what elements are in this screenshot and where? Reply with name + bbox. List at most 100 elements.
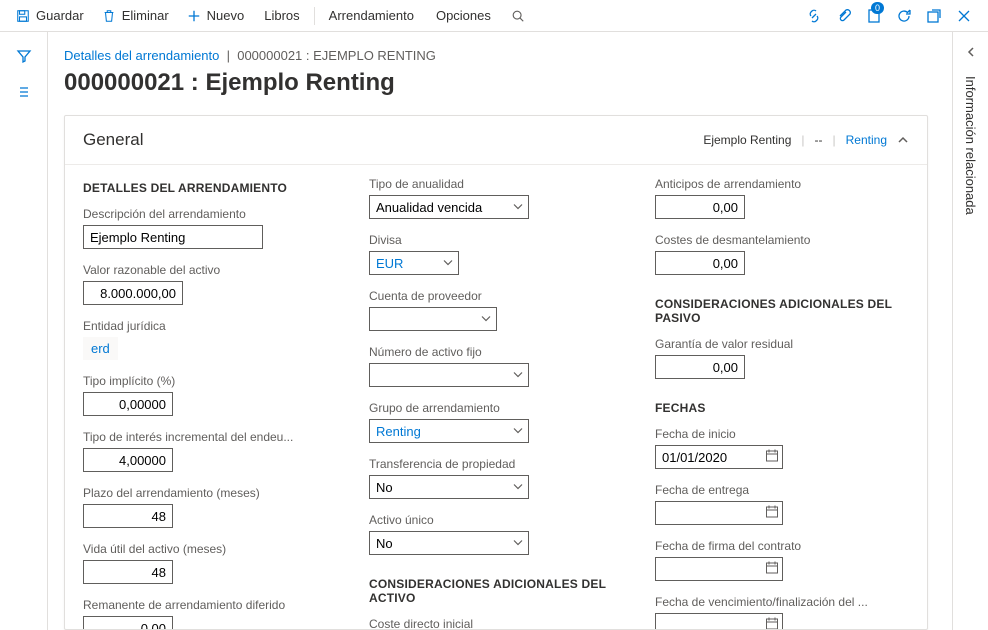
refresh-icon[interactable]	[896, 8, 912, 24]
delete-button[interactable]: Eliminar	[94, 4, 177, 27]
right-rail: Información relacionada	[952, 32, 988, 630]
implicit-rate-input[interactable]	[83, 392, 173, 416]
field-implicit-rate: Tipo implícito (%)	[83, 374, 337, 416]
field-end-date: Fecha de vencimiento/finalización del ..…	[655, 595, 909, 630]
section-dates: FECHAS	[655, 401, 909, 415]
implicit-rate-label: Tipo implícito (%)	[83, 374, 337, 388]
breadcrumb: Detalles del arrendamiento | 000000021 :…	[64, 48, 928, 63]
lease-menu[interactable]: Arrendamiento	[319, 4, 424, 27]
delivery-date-input[interactable]	[655, 501, 783, 525]
related-info-tab[interactable]: Información relacionada	[963, 76, 978, 215]
link-icon[interactable]	[806, 8, 822, 24]
notifications[interactable]: 0	[866, 8, 882, 24]
residual-input[interactable]	[655, 355, 745, 379]
breadcrumb-current: 000000021 : EJEMPLO RENTING	[237, 48, 436, 63]
incremental-label: Tipo de interés incremental del endeu...	[83, 430, 337, 444]
card-actions: Ejemplo Renting | -- | Renting	[703, 133, 909, 147]
vendor-label: Cuenta de proveedor	[369, 289, 623, 303]
prepayments-input[interactable]	[655, 195, 745, 219]
close-icon[interactable]	[956, 8, 972, 24]
transfer-select[interactable]	[369, 475, 529, 499]
field-prepayments: Anticipos de arrendamiento	[655, 177, 909, 219]
annuity-select[interactable]	[369, 195, 529, 219]
search-icon	[511, 9, 525, 23]
section-asset-additional: CONSIDERACIONES ADICIONALES DEL ACTIVO	[369, 577, 623, 605]
fixed-asset-select[interactable]	[369, 363, 529, 387]
start-date-label: Fecha de inicio	[655, 427, 909, 441]
content-area: Detalles del arrendamiento | 000000021 :…	[48, 32, 952, 630]
deferred-label: Remanente de arrendamiento diferido	[83, 598, 337, 612]
filter-icon[interactable]	[16, 48, 32, 64]
toolbar-right: 0	[806, 8, 980, 24]
save-button[interactable]: Guardar	[8, 4, 92, 27]
field-legal-entity: Entidad jurídica erd	[83, 319, 337, 360]
lease-group-select[interactable]	[369, 419, 529, 443]
books-menu[interactable]: Libros	[254, 4, 309, 27]
summary-link[interactable]: Renting	[846, 133, 887, 147]
chevron-left-icon[interactable]	[965, 46, 977, 58]
trash-icon	[102, 9, 116, 23]
prepayments-label: Anticipos de arrendamiento	[655, 177, 909, 191]
summary-sep: |	[833, 133, 836, 147]
search-button[interactable]	[503, 5, 533, 27]
field-lease-group: Grupo de arrendamiento	[369, 401, 623, 443]
breadcrumb-link[interactable]: Detalles del arrendamiento	[64, 48, 219, 63]
fair-value-input[interactable]	[83, 281, 183, 305]
field-lease-description: Descripción del arrendamiento	[83, 207, 337, 249]
dismantling-label: Costes de desmantelamiento	[655, 233, 909, 247]
field-start-date: Fecha de inicio	[655, 427, 909, 469]
new-label: Nuevo	[207, 8, 245, 23]
field-lease-term: Plazo del arrendamiento (meses)	[83, 486, 337, 528]
useful-life-input[interactable]	[83, 560, 173, 584]
field-vendor: Cuenta de proveedor	[369, 289, 623, 331]
unique-asset-label: Activo único	[369, 513, 623, 527]
field-transfer: Transferencia de propiedad	[369, 457, 623, 499]
end-date-input[interactable]	[655, 613, 783, 630]
summary-text-1: Ejemplo Renting	[703, 133, 791, 147]
section-lease-details: DETALLES DEL ARRENDAMIENTO	[83, 181, 337, 195]
save-label: Guardar	[36, 8, 84, 23]
chevron-up-icon[interactable]	[897, 134, 909, 146]
list-icon[interactable]	[16, 84, 32, 100]
useful-life-label: Vida útil del activo (meses)	[83, 542, 337, 556]
general-card: General Ejemplo Renting | -- | Renting D…	[64, 115, 928, 630]
delivery-date-label: Fecha de entrega	[655, 483, 909, 497]
options-menu[interactable]: Opciones	[426, 4, 501, 27]
start-date-input[interactable]	[655, 445, 783, 469]
field-incremental-rate: Tipo de interés incremental del endeu...	[83, 430, 337, 472]
dismantling-input[interactable]	[655, 251, 745, 275]
deferred-input[interactable]	[83, 616, 173, 630]
field-annuity-type: Tipo de anualidad	[369, 177, 623, 219]
lease-label: Arrendamiento	[329, 8, 414, 23]
vendor-select[interactable]	[369, 307, 497, 331]
end-date-label: Fecha de vencimiento/finalización del ..…	[655, 595, 909, 609]
field-sign-date: Fecha de firma del contrato	[655, 539, 909, 581]
sign-date-input[interactable]	[655, 557, 783, 581]
fixed-asset-label: Número de activo fijo	[369, 345, 623, 359]
unique-asset-select[interactable]	[369, 531, 529, 555]
field-deferred: Remanente de arrendamiento diferido	[83, 598, 337, 630]
plus-icon	[187, 9, 201, 23]
summary-text-2: --	[815, 133, 823, 147]
save-icon	[16, 9, 30, 23]
currency-select[interactable]	[369, 251, 459, 275]
field-delivery-date: Fecha de entrega	[655, 483, 909, 525]
top-toolbar: Guardar Eliminar Nuevo Libros Arrendamie…	[0, 0, 988, 32]
legal-entity-value[interactable]: erd	[83, 337, 118, 360]
attach-icon[interactable]	[836, 8, 852, 24]
popout-icon[interactable]	[926, 8, 942, 24]
toolbar-left: Guardar Eliminar Nuevo Libros Arrendamie…	[8, 4, 533, 27]
incremental-input[interactable]	[83, 448, 173, 472]
page-title: 000000021 : Ejemplo Renting	[64, 69, 928, 97]
column-3: Anticipos de arrendamiento Costes de des…	[655, 177, 909, 630]
lease-term-input[interactable]	[83, 504, 173, 528]
card-header: General Ejemplo Renting | -- | Renting	[65, 116, 927, 165]
annuity-label: Tipo de anualidad	[369, 177, 623, 191]
residual-label: Garantía de valor residual	[655, 337, 909, 351]
new-button[interactable]: Nuevo	[179, 4, 253, 27]
card-body: DETALLES DEL ARRENDAMIENTO Descripción d…	[65, 165, 927, 630]
section-liability-additional: CONSIDERACIONES ADICIONALES DEL PASIVO	[655, 297, 909, 325]
lease-desc-input[interactable]	[83, 225, 263, 249]
lease-group-label: Grupo de arrendamiento	[369, 401, 623, 415]
lease-desc-label: Descripción del arrendamiento	[83, 207, 337, 221]
